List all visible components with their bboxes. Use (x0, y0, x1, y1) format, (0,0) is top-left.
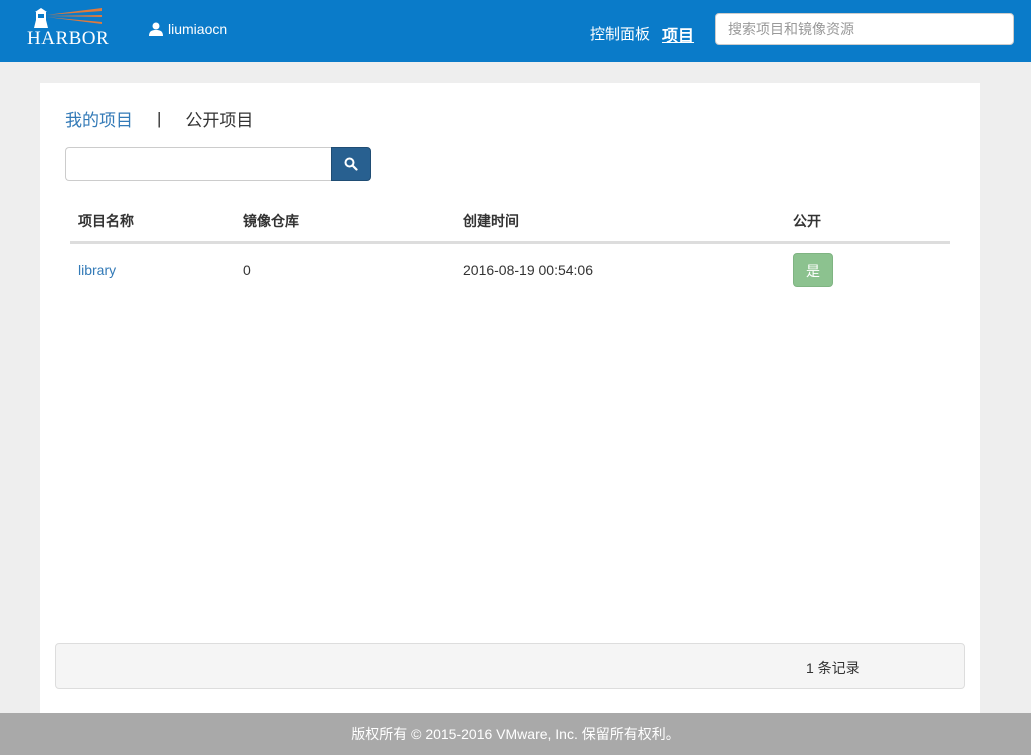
project-name-cell: library (70, 262, 235, 278)
record-count: 1 条记录 (806, 660, 860, 676)
tab-separator: | (157, 108, 162, 128)
projects-table: 项目名称 镜像仓库 创建时间 公开 library 0 2016-08-19 0… (70, 201, 950, 296)
project-name-link[interactable]: library (78, 262, 116, 278)
user-icon (149, 22, 163, 36)
main-nav: 控制面板 项目 (590, 23, 694, 46)
creation-time-cell: 2016-08-19 00:54:06 (463, 262, 593, 278)
tab-public-projects[interactable]: 公开项目 (185, 106, 253, 131)
footer: 版权所有 © 2015-2016 VMware, Inc. 保留所有权利。 (0, 713, 1031, 755)
project-tabs: 我的项目 | 公开项目 (65, 106, 253, 131)
column-header-public[interactable]: 公开 (785, 211, 950, 231)
nav-projects[interactable]: 项目 (662, 22, 694, 46)
public-cell: 是 (785, 253, 950, 287)
table-header: 项目名称 镜像仓库 创建时间 公开 (70, 201, 950, 244)
project-search (65, 147, 371, 181)
projects-panel: 我的项目 | 公开项目 项目名称 镜像仓库 创建时间 公开 library 0 … (40, 83, 980, 713)
logo-text: HARBOR (27, 28, 110, 49)
project-search-input[interactable] (65, 147, 331, 181)
pagination-bar: 1 条记录 (55, 643, 965, 689)
column-header-name[interactable]: 项目名称 (70, 211, 235, 231)
nav-dashboard[interactable]: 控制面板 (590, 23, 650, 46)
user-menu[interactable]: liumiaocn (149, 21, 227, 37)
repo-count-cell: 0 (243, 262, 251, 278)
public-toggle-button[interactable]: 是 (793, 253, 833, 287)
table-row: library 0 2016-08-19 00:54:06 是 (70, 244, 950, 296)
copyright-text: 版权所有 © 2015-2016 VMware, Inc. 保留所有权利。 (351, 726, 680, 742)
top-navbar: HARBOR liumiaocn 控制面板 项目 (0, 0, 1031, 62)
global-search-input[interactable] (715, 13, 1014, 45)
column-header-repos[interactable]: 镜像仓库 (235, 211, 455, 231)
search-button[interactable] (331, 147, 371, 181)
column-header-created[interactable]: 创建时间 (455, 211, 785, 231)
username: liumiaocn (168, 21, 228, 37)
tab-my-projects[interactable]: 我的项目 (65, 106, 133, 131)
search-icon (344, 157, 358, 171)
harbor-logo[interactable]: HARBOR (27, 6, 119, 50)
